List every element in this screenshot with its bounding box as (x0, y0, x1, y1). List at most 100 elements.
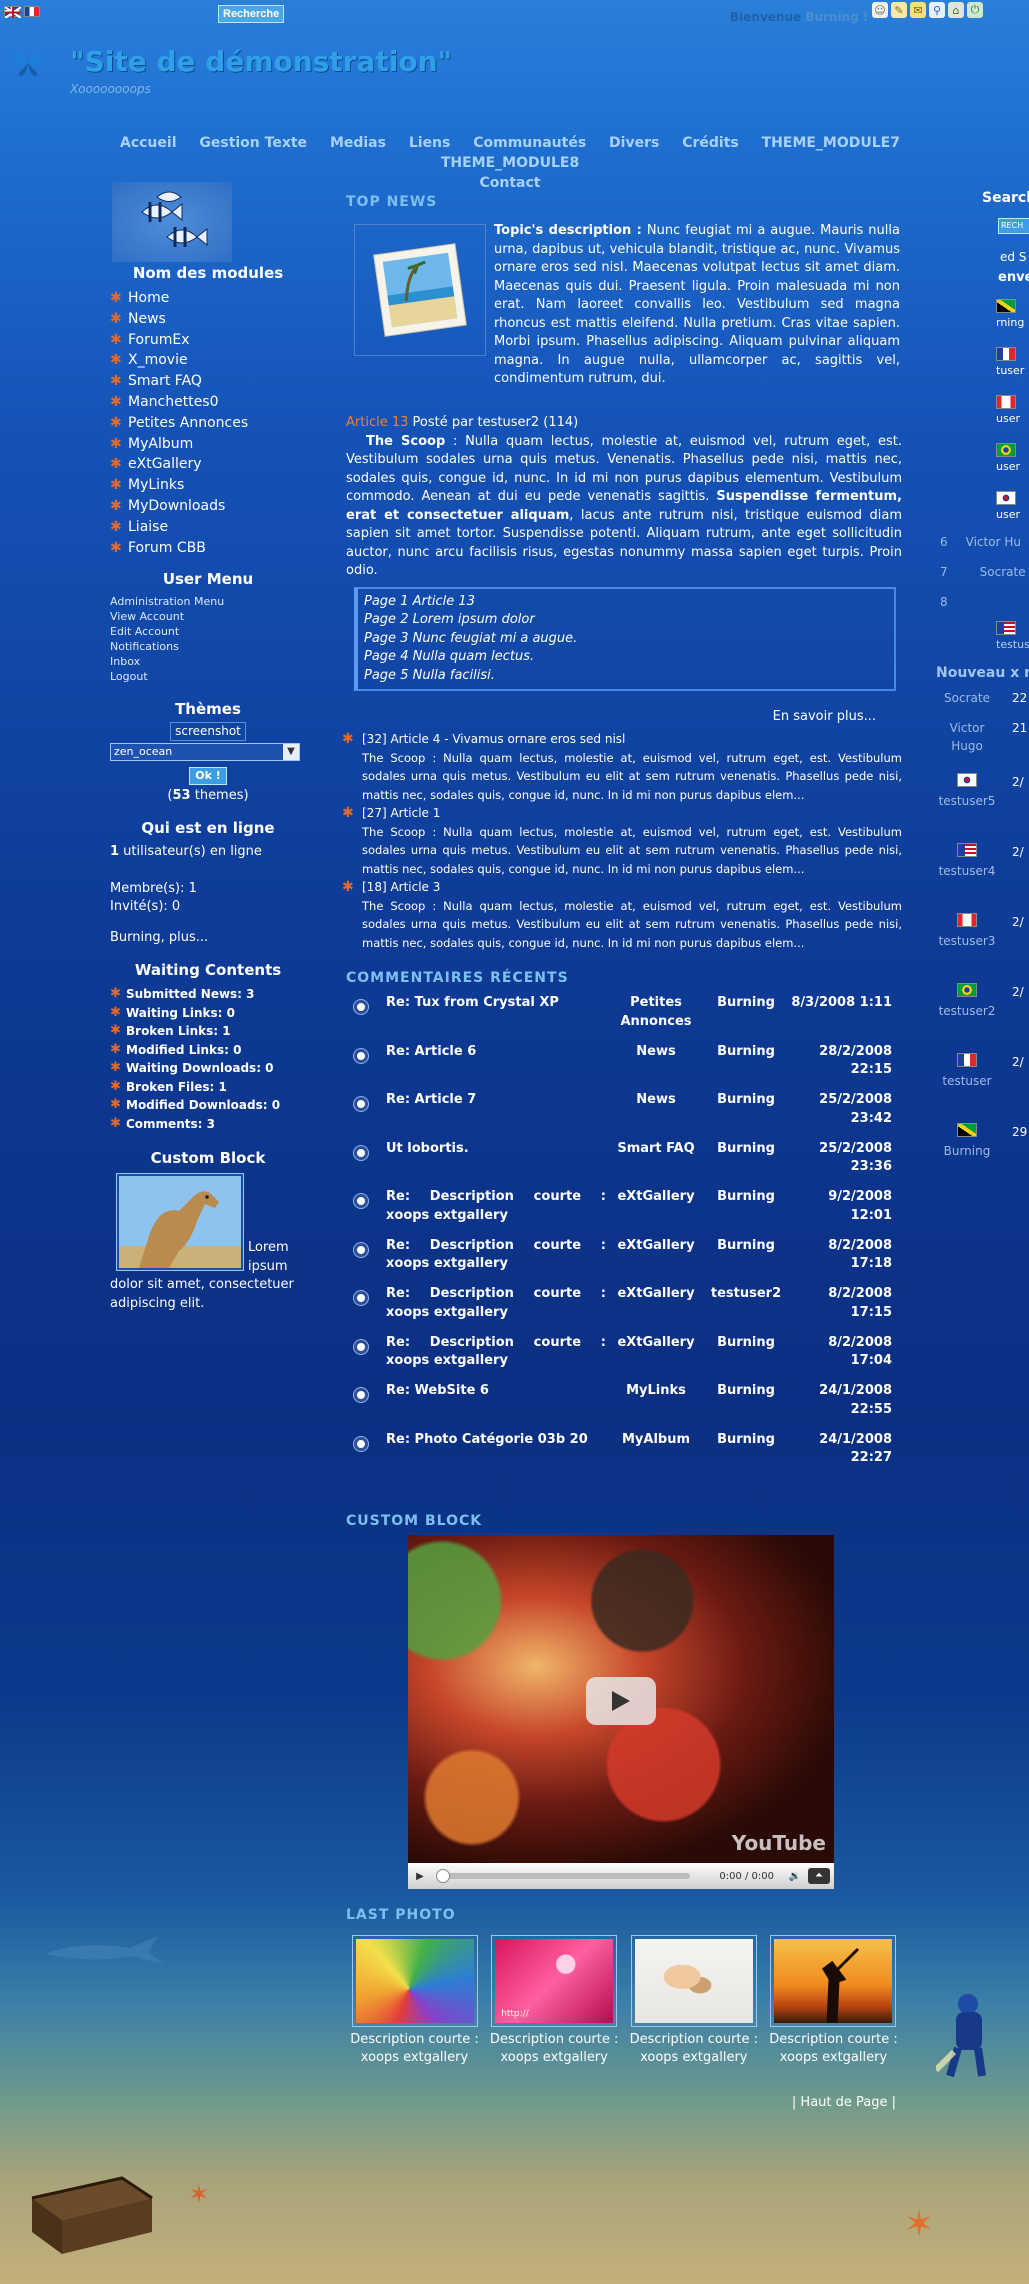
comment-user[interactable]: Burning (706, 1043, 786, 1092)
module-home[interactable]: ✱ Home (110, 288, 306, 309)
nav-liens[interactable]: Liens (409, 135, 451, 151)
nav-gestion-texte[interactable]: Gestion Texte (199, 135, 307, 151)
new-member-name[interactable]: testuser2 (939, 1004, 996, 1018)
waiting-modified-links[interactable]: ✱ Modified Links: 0 (110, 1041, 306, 1060)
photo-item[interactable]: Description courte : xoops extgallery (765, 1935, 902, 2067)
page-link-3[interactable]: Page 3 Nunc feugiat mi a augue. (364, 630, 888, 649)
video-player[interactable]: YouTube ▶ 0:00 / 0:00 🔉 ⏶ (408, 1535, 834, 1889)
module-forum-cbb[interactable]: ✱ Forum CBB (110, 538, 306, 559)
comment-title[interactable]: Re: Tux from Crystal XP (386, 994, 606, 1043)
comment-user[interactable]: Burning (706, 994, 786, 1043)
comment-title[interactable]: Re: Article 6 (386, 1043, 606, 1092)
theme-ok-button[interactable]: Ok ! (189, 767, 227, 786)
nav-credits[interactable]: Crédits (682, 135, 739, 151)
comment-title[interactable]: Re: WebSite 6 (386, 1382, 606, 1431)
read-more-link[interactable]: En savoir plus... (346, 709, 876, 724)
play-button-icon[interactable]: ▶ (408, 1871, 432, 1882)
module-news[interactable]: ✱ News (110, 309, 306, 330)
user-menu-logout[interactable]: Logout (110, 669, 306, 684)
module-liaise[interactable]: ✱ Liaise (110, 517, 306, 538)
comment-module[interactable]: eXtGallery (606, 1285, 706, 1334)
volume-icon[interactable]: 🔉 (782, 1871, 808, 1882)
user-menu-view-account[interactable]: View Account (110, 609, 306, 624)
waiting-submitted-news[interactable]: ✱ Submitted News: 3 (110, 985, 306, 1004)
comment-user[interactable]: Burning (706, 1382, 786, 1431)
waiting-broken-links[interactable]: ✱ Broken Links: 1 (110, 1022, 306, 1041)
comment-title[interactable]: Re: Description courte : xoops extgaller… (386, 1285, 606, 1334)
photo-item[interactable]: Description courte : xoops extgallery (346, 1935, 483, 2067)
admin-icon[interactable]: ⌂ (948, 2, 964, 18)
module-petites-annonces[interactable]: ✱ Petites Annonces (110, 413, 306, 434)
page-link-2[interactable]: Page 2 Lorem ipsum dolor (364, 611, 888, 630)
comment-module[interactable]: MyLinks (606, 1382, 706, 1431)
comment-user[interactable]: Burning (706, 1237, 786, 1286)
online-more-link[interactable]: Burning, plus... (110, 929, 306, 948)
page-link-1[interactable]: Page 1 Article 13 (364, 593, 888, 612)
theme-select[interactable]: zen_ocean ▼ (110, 743, 300, 762)
page-link-4[interactable]: Page 4 Nulla quam lectus. (364, 648, 888, 667)
profile-icon[interactable]: ☺ (872, 2, 888, 18)
fullscreen-icon[interactable]: ⏶ (808, 1868, 830, 1884)
comment-module[interactable]: Petites Annonces (606, 994, 706, 1043)
user-menu-admin[interactable]: Administration Menu (110, 594, 306, 609)
comment-title[interactable]: Ut lobortis. (386, 1140, 606, 1189)
module-manchettes[interactable]: ✱ Manchettes0 (110, 392, 306, 413)
news-item-title[interactable]: [32] Article 4 - Vivamus ornare eros sed… (362, 730, 902, 749)
photo-thumb[interactable] (630, 1935, 757, 2027)
photo-item[interactable]: Description courte : xoops extgallery (625, 1935, 762, 2067)
butterfly-logo-icon[interactable] (10, 48, 46, 85)
search-button[interactable]: Recherche (218, 5, 285, 23)
play-icon[interactable] (586, 1677, 656, 1725)
comment-module[interactable]: News (606, 1091, 706, 1140)
photo-thumb[interactable] (770, 1935, 897, 2027)
article-title-link[interactable]: Article 13 (346, 415, 408, 430)
new-member-name[interactable]: testuser5 (939, 794, 996, 808)
search-input[interactable] (66, 7, 212, 22)
right-user[interactable]: user (996, 412, 1029, 425)
comment-user[interactable]: Burning (706, 1140, 786, 1189)
french-flag-icon[interactable] (24, 6, 40, 17)
comment-module[interactable]: MyAlbum (606, 1431, 706, 1480)
site-title[interactable]: "Site de démonstration" (70, 45, 452, 78)
nav-divers[interactable]: Divers (609, 135, 659, 151)
module-x-movie[interactable]: ✱ X_movie (110, 350, 306, 371)
module-smart-faq[interactable]: ✱ Smart FAQ (110, 371, 306, 392)
module-forumex[interactable]: ✱ ForumEx (110, 330, 306, 351)
comment-user[interactable]: Burning (706, 1431, 786, 1480)
nav-contact[interactable]: Contact (480, 175, 541, 191)
user-menu-notifications[interactable]: Notifications (110, 639, 306, 654)
right-search-button[interactable]: RECH (998, 218, 1029, 234)
nav-communautes[interactable]: Communautés (473, 135, 586, 151)
comment-module[interactable]: eXtGallery (606, 1237, 706, 1286)
english-flag-icon[interactable] (4, 6, 21, 18)
comment-user[interactable]: Burning (706, 1091, 786, 1140)
news-item-title[interactable]: [27] Article 1 (362, 804, 902, 823)
new-member-name[interactable]: testuser4 (939, 864, 996, 878)
comment-user[interactable]: testuser2 (706, 1285, 786, 1334)
logout-icon[interactable]: ⏻ (967, 2, 983, 18)
comment-module[interactable]: eXtGallery (606, 1334, 706, 1383)
new-member-name[interactable]: testuser (942, 1074, 991, 1088)
module-mylinks[interactable]: ✱ MyLinks (110, 475, 306, 496)
comment-title[interactable]: Re: Description courte : xoops extgaller… (386, 1334, 606, 1383)
messages-icon[interactable]: ✉ (910, 2, 926, 18)
right-user[interactable]: user (996, 508, 1029, 521)
comment-module[interactable]: News (606, 1043, 706, 1092)
page-link-5[interactable]: Page 5 Nulla facilisi. (364, 667, 888, 686)
comment-title[interactable]: Re: Description courte : xoops extgaller… (386, 1237, 606, 1286)
nav-accueil[interactable]: Accueil (120, 135, 177, 151)
new-member-name[interactable]: Burning (944, 1144, 991, 1158)
waiting-links[interactable]: ✱ Waiting Links: 0 (110, 1004, 306, 1023)
user-menu-edit-account[interactable]: Edit Account (110, 624, 306, 639)
comment-title[interactable]: Re: Article 7 (386, 1091, 606, 1140)
module-mydownloads[interactable]: ✱ MyDownloads (110, 496, 306, 517)
right-user[interactable]: rning (996, 316, 1029, 329)
right-user[interactable]: testuser (996, 638, 1029, 651)
waiting-comments[interactable]: ✱ Comments: 3 (110, 1115, 306, 1134)
comment-module[interactable]: eXtGallery (606, 1188, 706, 1237)
user-menu-inbox[interactable]: Inbox (110, 654, 306, 669)
waiting-broken-files[interactable]: ✱ Broken Files: 1 (110, 1078, 306, 1097)
module-extgallery[interactable]: ✱ eXtGallery (110, 454, 306, 475)
news-item-title[interactable]: [18] Article 3 (362, 878, 902, 897)
photo-item[interactable]: http:// Description courte : xoops extga… (486, 1935, 623, 2067)
